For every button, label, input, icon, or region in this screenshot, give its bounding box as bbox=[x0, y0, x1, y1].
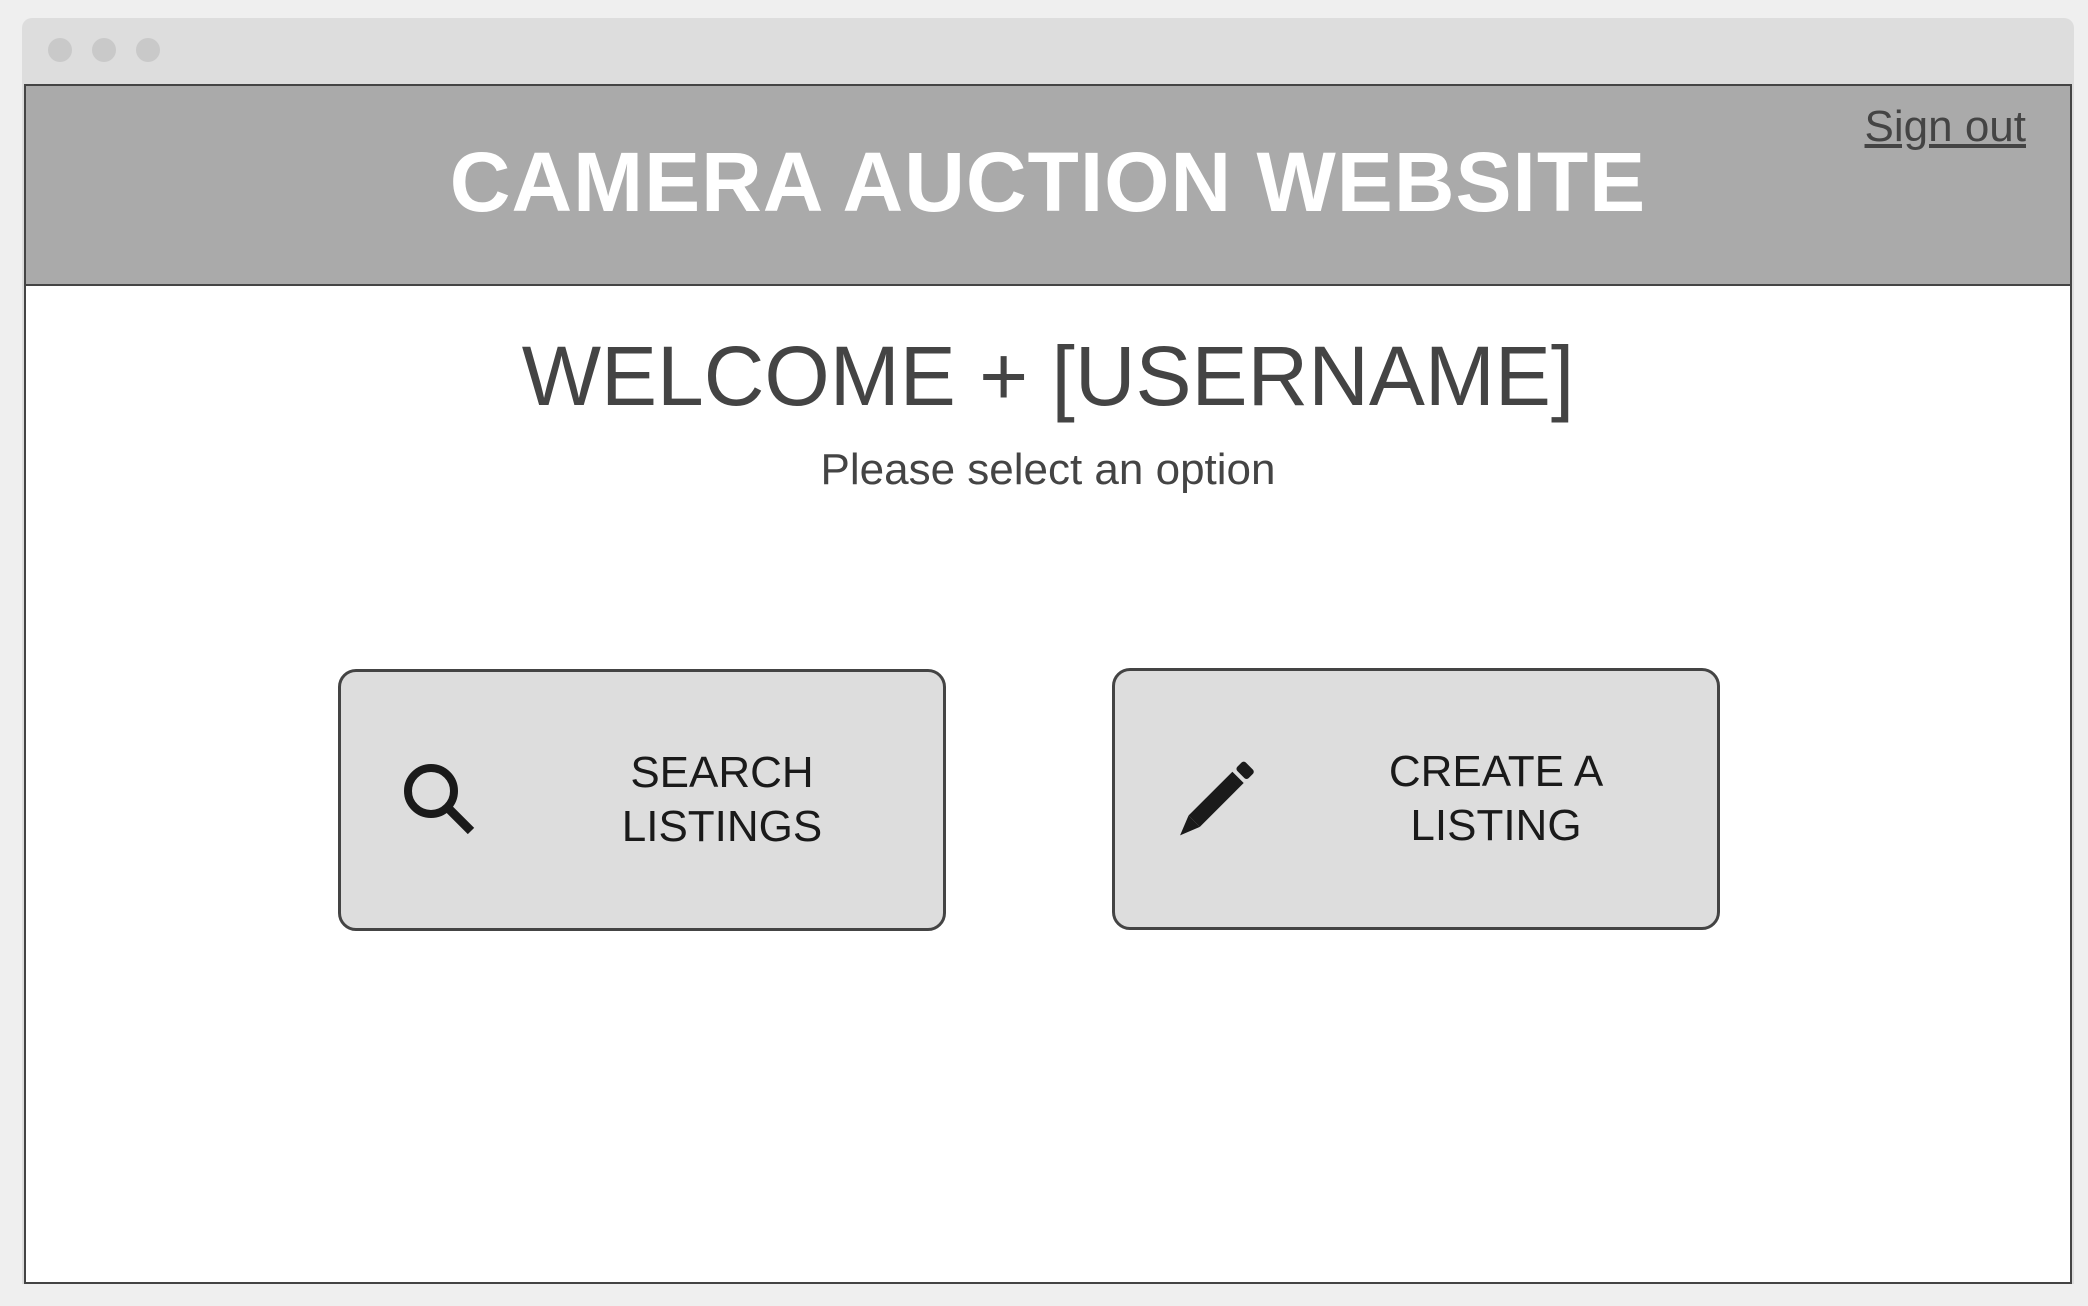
search-listings-button[interactable]: SEARCH LISTINGS bbox=[338, 669, 946, 931]
create-listing-button[interactable]: CREATE A LISTING bbox=[1112, 668, 1720, 930]
welcome-heading: WELCOME + [USERNAME] bbox=[521, 329, 1575, 423]
page-viewport: CAMERA AUCTION WEBSITE Sign out WELCOME … bbox=[24, 84, 2072, 1284]
search-icon bbox=[404, 764, 475, 835]
create-listing-label: CREATE A LISTING bbox=[1388, 747, 1604, 850]
site-title: CAMERA AUCTION WEBSITE bbox=[449, 135, 1647, 229]
search-listings-label: SEARCH LISTINGS bbox=[621, 748, 823, 851]
site-header: CAMERA AUCTION WEBSITE Sign out bbox=[26, 86, 2070, 286]
window-control-dot[interactable] bbox=[136, 38, 160, 62]
window-control-dot[interactable] bbox=[92, 38, 116, 62]
window-control-dot[interactable] bbox=[48, 38, 72, 62]
subtitle: Please select an option bbox=[820, 445, 1276, 494]
browser-window: CAMERA AUCTION WEBSITE Sign out WELCOME … bbox=[22, 18, 2074, 1284]
pencil-icon bbox=[1180, 761, 1254, 836]
window-controls bbox=[48, 38, 160, 62]
sign-out-link[interactable]: Sign out bbox=[1865, 102, 2026, 152]
